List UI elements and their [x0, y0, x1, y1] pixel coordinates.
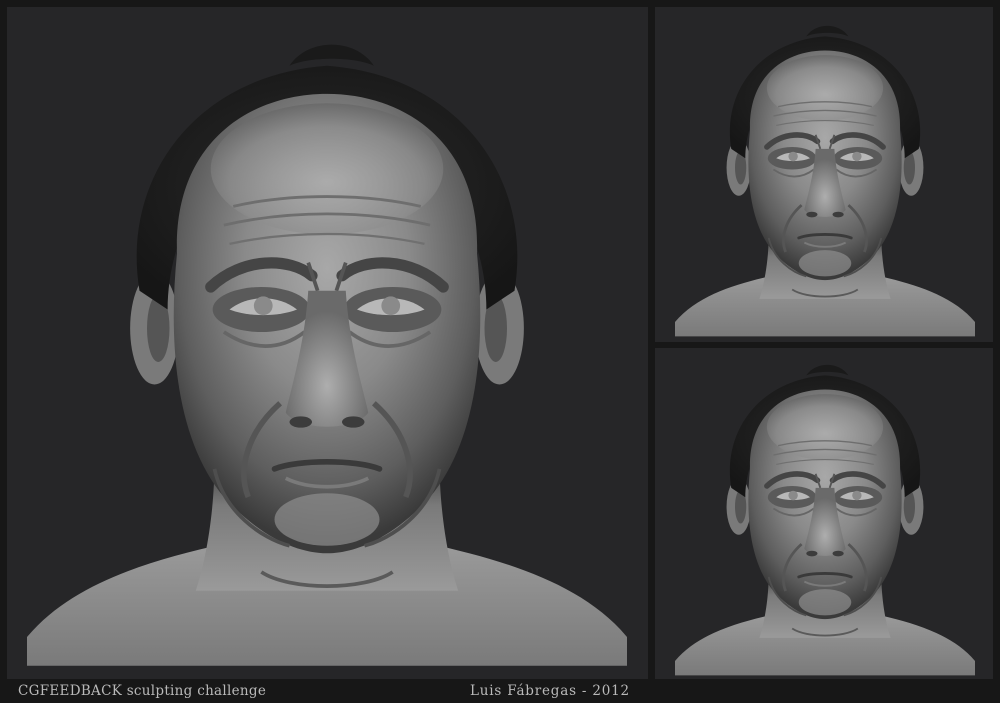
sculpt-three-quarter-view — [655, 7, 993, 342]
sculpt-front-small-view — [655, 348, 993, 679]
challenge-caption: CGFEEDBACK sculpting challenge — [18, 683, 267, 699]
sculpt-front-large — [7, 7, 648, 679]
bottom-right-view-panel — [655, 348, 993, 679]
top-right-view-panel — [655, 7, 993, 342]
render-sheet: CGFEEDBACK sculpting challenge Luis Fábr… — [0, 0, 1000, 703]
main-front-view-panel — [7, 7, 648, 679]
caption-bar: CGFEEDBACK sculpting challenge Luis Fábr… — [0, 680, 1000, 703]
author-credit: Luis Fábregas - 2012 — [470, 683, 630, 699]
